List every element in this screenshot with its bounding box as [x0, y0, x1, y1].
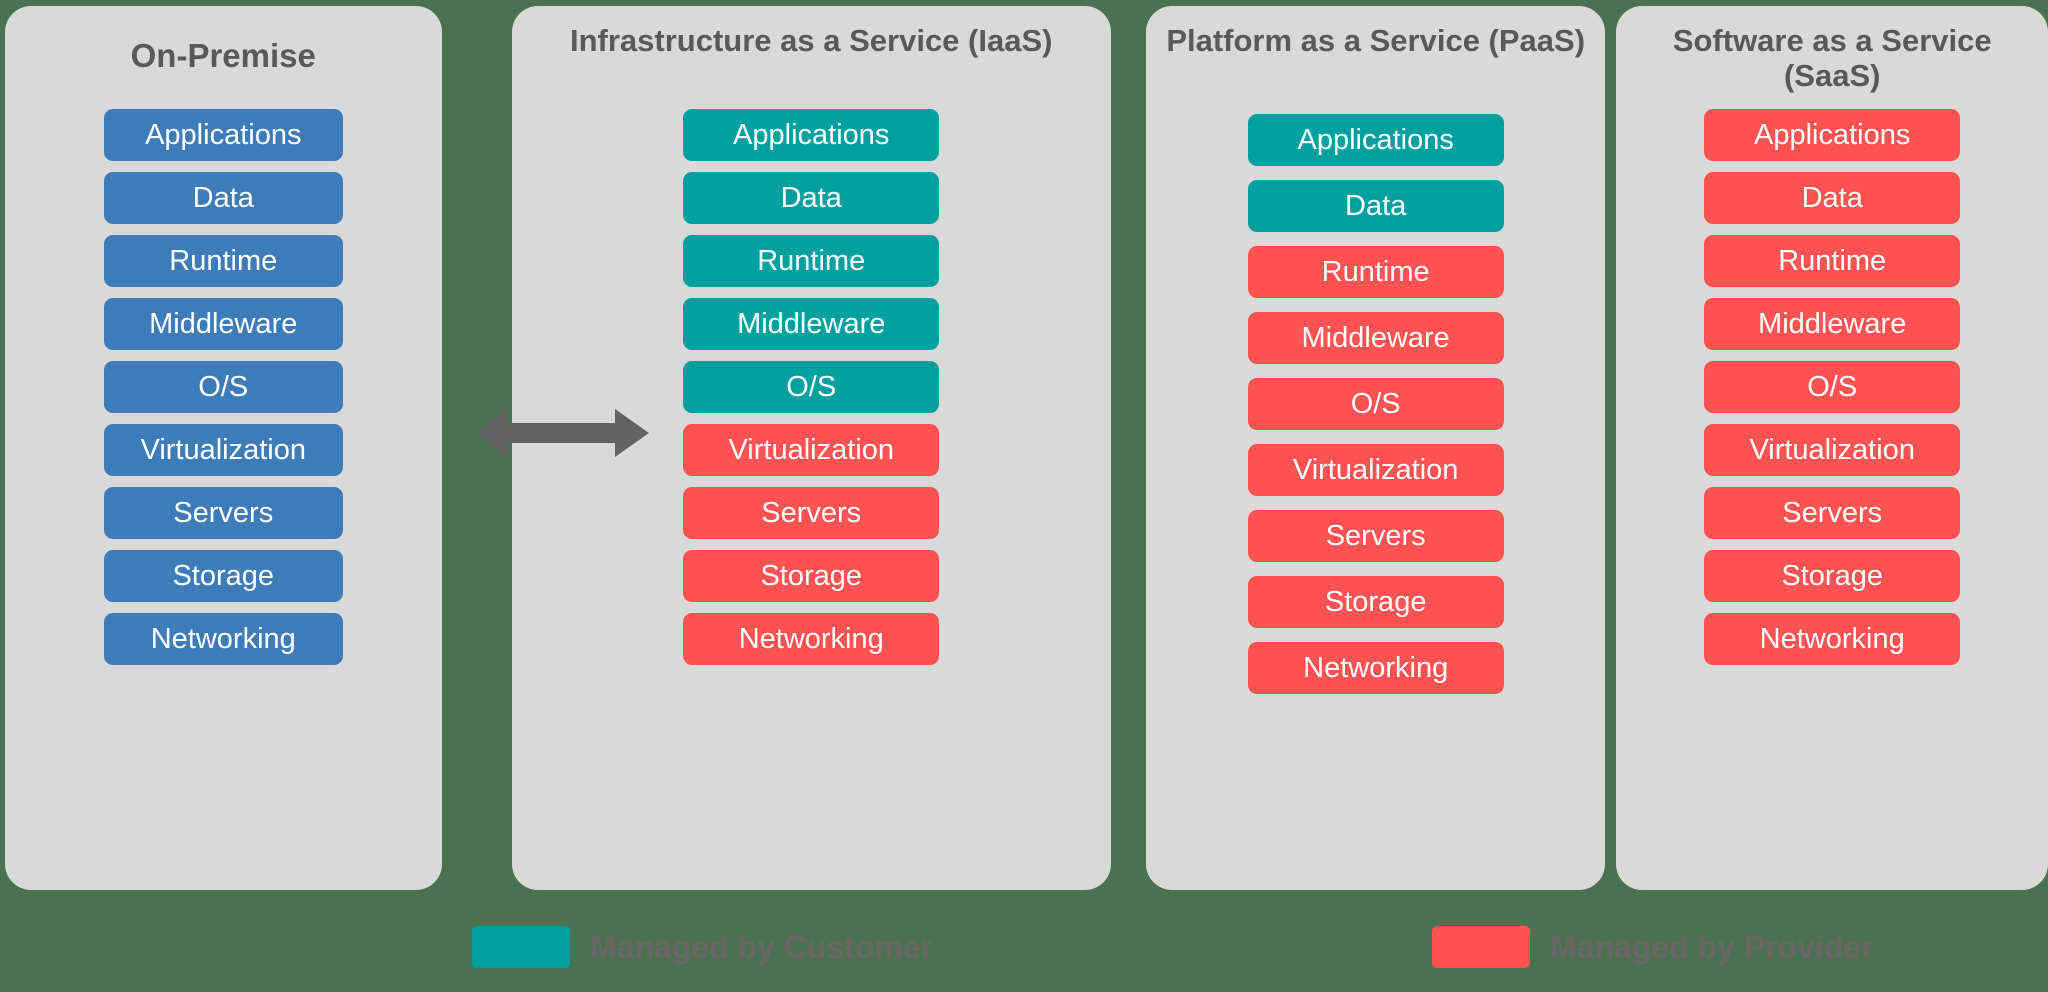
layer-block: Runtime [103, 235, 343, 287]
legend-swatch-customer [472, 926, 570, 968]
column-saas: Software as a Service (SaaS) Application… [1616, 6, 2048, 890]
layer-block: Runtime [1247, 246, 1504, 298]
layer-block: Virtualization [1704, 424, 1961, 476]
double-headed-arrow-icon [474, 402, 649, 464]
layer-block: Storage [1247, 576, 1504, 628]
layer-block: Data [1704, 172, 1961, 224]
layer-block: Data [1247, 180, 1504, 232]
layer-block: Middleware [1247, 312, 1504, 364]
layer-block: Runtime [683, 235, 940, 287]
legend-swatch-provider [1432, 926, 1530, 968]
legend-item-customer: Managed by Customer [472, 926, 933, 968]
layer-block: Virtualization [103, 424, 343, 476]
column-title-saas: Software as a Service (SaaS) [1672, 23, 1992, 93]
column-paas: Platform as a Service (PaaS) Application… [1145, 6, 1606, 890]
layer-stack-saas: Applications Data Runtime Middleware O/S Virt… [1616, 92, 2048, 864]
layer-block: O/S [103, 361, 343, 413]
layer-block: Storage [103, 550, 343, 602]
column-title-iaas: Infrastructure as a Service (IaaS) [570, 23, 1053, 58]
layer-block: Middleware [683, 298, 940, 350]
layer-block: Servers [1247, 510, 1504, 562]
cloud-service-model-diagram: On-Premise Applications Data Runtime Middle… [0, 0, 2048, 992]
legend-label-provider: Managed by Provider [1550, 928, 1874, 965]
layer-block: Data [683, 172, 940, 224]
arrow-shape [474, 409, 649, 457]
legend: Managed by Customer Managed by Provider [0, 926, 2048, 992]
layer-stack-on-premise: Applications Data Runtime Middleware O/S Virt… [5, 78, 442, 864]
column-title-on-premise: On-Premise [130, 37, 316, 74]
legend-label-customer: Managed by Customer [590, 928, 934, 965]
service-model-columns: On-Premise Applications Data Runtime Middle… [0, 6, 2048, 890]
layer-block: Servers [683, 487, 940, 539]
layer-block: Networking [683, 613, 940, 665]
layer-block: Applications [1704, 109, 1961, 161]
layer-block: Data [103, 172, 343, 224]
layer-block: Applications [683, 109, 940, 161]
layer-block: Servers [1704, 487, 1961, 539]
layer-block: Runtime [1704, 235, 1961, 287]
layer-block: Networking [103, 613, 343, 665]
layer-block: Middleware [103, 298, 343, 350]
double-headed-arrow-svg [474, 409, 649, 457]
layer-block: Networking [1247, 642, 1504, 694]
layer-block: O/S [1704, 361, 1961, 413]
legend-item-provider: Managed by Provider [1432, 926, 1874, 968]
layer-block: Servers [103, 487, 343, 539]
layer-block: Middleware [1704, 298, 1961, 350]
layer-stack-iaas: Applications Data Runtime Middleware O/S Virt… [512, 92, 1111, 864]
layer-block: Networking [1704, 613, 1961, 665]
layer-block: O/S [683, 361, 940, 413]
layer-block: Applications [1247, 114, 1504, 166]
layer-block: Storage [1704, 550, 1961, 602]
layer-block: Storage [683, 550, 940, 602]
layer-block: Applications [103, 109, 343, 161]
column-on-premise: On-Premise Applications Data Runtime Middle… [5, 6, 442, 890]
layer-stack-paas: Applications Data Runtime Middleware O/S Virt… [1146, 92, 1606, 864]
column-title-paas: Platform as a Service (PaaS) [1166, 23, 1586, 58]
layer-block: O/S [1247, 378, 1504, 430]
layer-block: Virtualization [683, 424, 940, 476]
layer-block: Virtualization [1247, 444, 1504, 496]
